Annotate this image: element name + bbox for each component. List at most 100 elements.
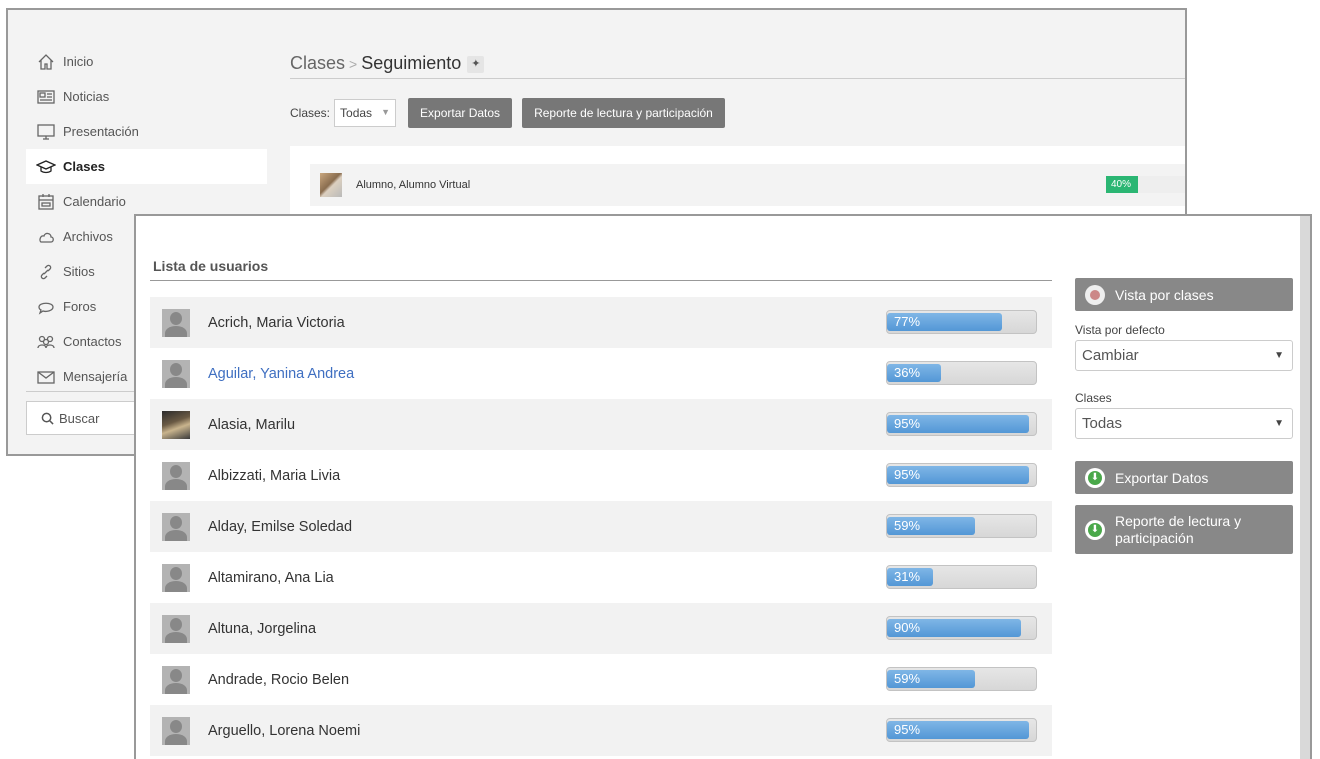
envelope-icon <box>36 367 56 387</box>
progress-bar: 95% <box>886 463 1037 487</box>
avatar <box>162 461 190 490</box>
user-name[interactable]: Alasia, Marilu <box>208 417 295 433</box>
user-name: Alumno, Alumno Virtual <box>356 179 471 191</box>
table-row[interactable]: Arguello, Lorena Noemi 95% <box>150 705 1052 756</box>
export-data-button[interactable]: Exportar Datos <box>408 98 513 128</box>
sidebar-item-label: Presentación <box>63 124 139 139</box>
sidebar-item-label: Archivos <box>63 229 113 244</box>
search-icon <box>41 412 54 425</box>
progress-fill: 95% <box>887 415 1029 433</box>
table-row[interactable]: Altuna, Jorgelina 90% <box>150 603 1052 654</box>
right-panel: Vista por clases Vista por defecto Cambi… <box>1075 278 1293 554</box>
report-button[interactable]: ⬇ Reporte de lectura y participación <box>1075 505 1293 554</box>
class-view-icon <box>1085 284 1105 305</box>
export-data-button[interactable]: ⬇ Exportar Datos <box>1075 461 1293 494</box>
sidebar-item-noticias[interactable]: Noticias <box>26 79 267 114</box>
table-row[interactable]: Acrich, Maria Victoria 77% <box>150 297 1052 348</box>
graduation-cap-icon <box>36 157 56 177</box>
progress-fill: 95% <box>887 721 1029 739</box>
user-name[interactable]: Altuna, Jorgelina <box>208 621 316 637</box>
avatar <box>162 410 190 439</box>
progress-fill: 40% <box>1106 176 1138 193</box>
avatar <box>320 173 342 197</box>
user-name[interactable]: Acrich, Maria Victoria <box>208 315 345 331</box>
breadcrumb-parent[interactable]: Clases <box>290 53 345 73</box>
default-view-select[interactable]: Cambiar ▼ <box>1075 340 1293 371</box>
progress-fill: 36% <box>887 364 941 382</box>
user-name[interactable]: Altamirano, Ana Lia <box>208 570 334 586</box>
cloud-icon <box>36 227 56 247</box>
news-icon <box>36 87 56 107</box>
sidebar-item-label: Foros <box>63 299 97 314</box>
avatar <box>162 563 190 592</box>
sidebar-item-label: Inicio <box>63 54 94 69</box>
chevron-down-icon: ▼ <box>381 107 391 117</box>
chevron-down-icon: ▼ <box>1274 418 1284 429</box>
sidebar-item-presentacion[interactable]: Presentación <box>26 114 267 149</box>
avatar <box>162 716 190 745</box>
sidebar-item-inicio[interactable]: Inicio <box>26 44 267 79</box>
table-row[interactable]: Andrade, Rocio Belen 59% <box>150 654 1052 705</box>
table-row[interactable]: Aguilar, Yanina Andrea 36% <box>150 348 1052 399</box>
sidebar-item-label: Calendario <box>63 194 126 209</box>
breadcrumb-divider <box>290 78 1185 79</box>
progress-bar: 77% <box>886 310 1037 334</box>
sidebar-item-label: Contactos <box>63 334 122 349</box>
filter-label: Clases: <box>290 106 331 120</box>
list-title-divider <box>150 280 1052 281</box>
progress-bar: 40% <box>1106 176 1185 193</box>
class-filter-select[interactable]: Todas ▼ <box>334 99 397 127</box>
link-icon <box>36 262 56 282</box>
progress-fill: 90% <box>887 619 1021 637</box>
scrollbar[interactable] <box>1300 216 1310 759</box>
table-row[interactable]: Alday, Emilse Soledad 59% <box>150 501 1052 552</box>
download-icon: ⬇ <box>1085 467 1105 488</box>
user-name[interactable]: Arguello, Lorena Noemi <box>208 723 360 739</box>
user-name[interactable]: Alday, Emilse Soledad <box>208 519 352 535</box>
pin-icon[interactable]: ✦ <box>467 55 485 73</box>
table-row[interactable]: Altamirano, Ana Lia 31% <box>150 552 1052 603</box>
download-icon: ⬇ <box>1085 519 1105 540</box>
progress-fill: 31% <box>887 568 933 586</box>
breadcrumb-separator: > <box>349 56 358 72</box>
table-row[interactable]: Alasia, Marilu 95% <box>150 399 1052 450</box>
progress-fill: 59% <box>887 517 975 535</box>
user-name[interactable]: Andrade, Rocio Belen <box>208 672 349 688</box>
user-name[interactable]: Albizzati, Maria Livia <box>208 468 340 484</box>
report-button[interactable]: Reporte de lectura y participación <box>522 98 725 128</box>
list-item[interactable]: Alumno, Alumno Virtual 40% <box>310 164 1185 206</box>
progress-bar: 95% <box>886 412 1037 436</box>
breadcrumb: Clases > Seguimiento ✦ <box>290 53 485 74</box>
avatar <box>162 308 190 337</box>
filter-row: Clases: Todas ▼ Exportar Datos Reporte d… <box>290 98 725 128</box>
avatar <box>162 614 190 643</box>
progress-bar: 59% <box>886 514 1037 538</box>
progress-bar: 36% <box>886 361 1037 385</box>
sidebar-item-clases[interactable]: Clases <box>26 149 267 184</box>
progress-bar: 31% <box>886 565 1037 589</box>
progress-bar: 90% <box>886 616 1037 640</box>
view-by-class-label: Vista por clases <box>1115 286 1214 303</box>
user-list: Acrich, Maria Victoria 77% Aguilar, Yanina… <box>150 297 1052 756</box>
progress-fill: 59% <box>887 670 975 688</box>
search-label: Buscar <box>59 410 100 426</box>
table-row[interactable]: Albizzati, Maria Livia 95% <box>150 450 1052 501</box>
avatar <box>162 359 190 388</box>
sidebar-item-label: Mensajería <box>63 369 128 384</box>
user-name[interactable]: Aguilar, Yanina Andrea <box>208 366 354 382</box>
avatar <box>162 512 190 541</box>
user-list-window: Lista de usuarios Acrich, Maria Victoria… <box>134 214 1312 759</box>
avatar <box>162 665 190 694</box>
progress-fill: 77% <box>887 313 1002 331</box>
sidebar-item-label: Clases <box>63 159 105 174</box>
monitor-icon <box>36 122 56 142</box>
home-icon <box>36 52 56 72</box>
calendar-icon <box>36 192 56 212</box>
progress-fill: 95% <box>887 466 1029 484</box>
contacts-icon <box>36 332 56 352</box>
view-by-class-button[interactable]: Vista por clases <box>1075 278 1293 311</box>
classes-select[interactable]: Todas ▼ <box>1075 408 1293 439</box>
report-label: Reporte de lectura y participación <box>1115 512 1242 546</box>
default-view-value: Cambiar <box>1082 347 1139 364</box>
sidebar-item-label: Noticias <box>63 89 110 104</box>
